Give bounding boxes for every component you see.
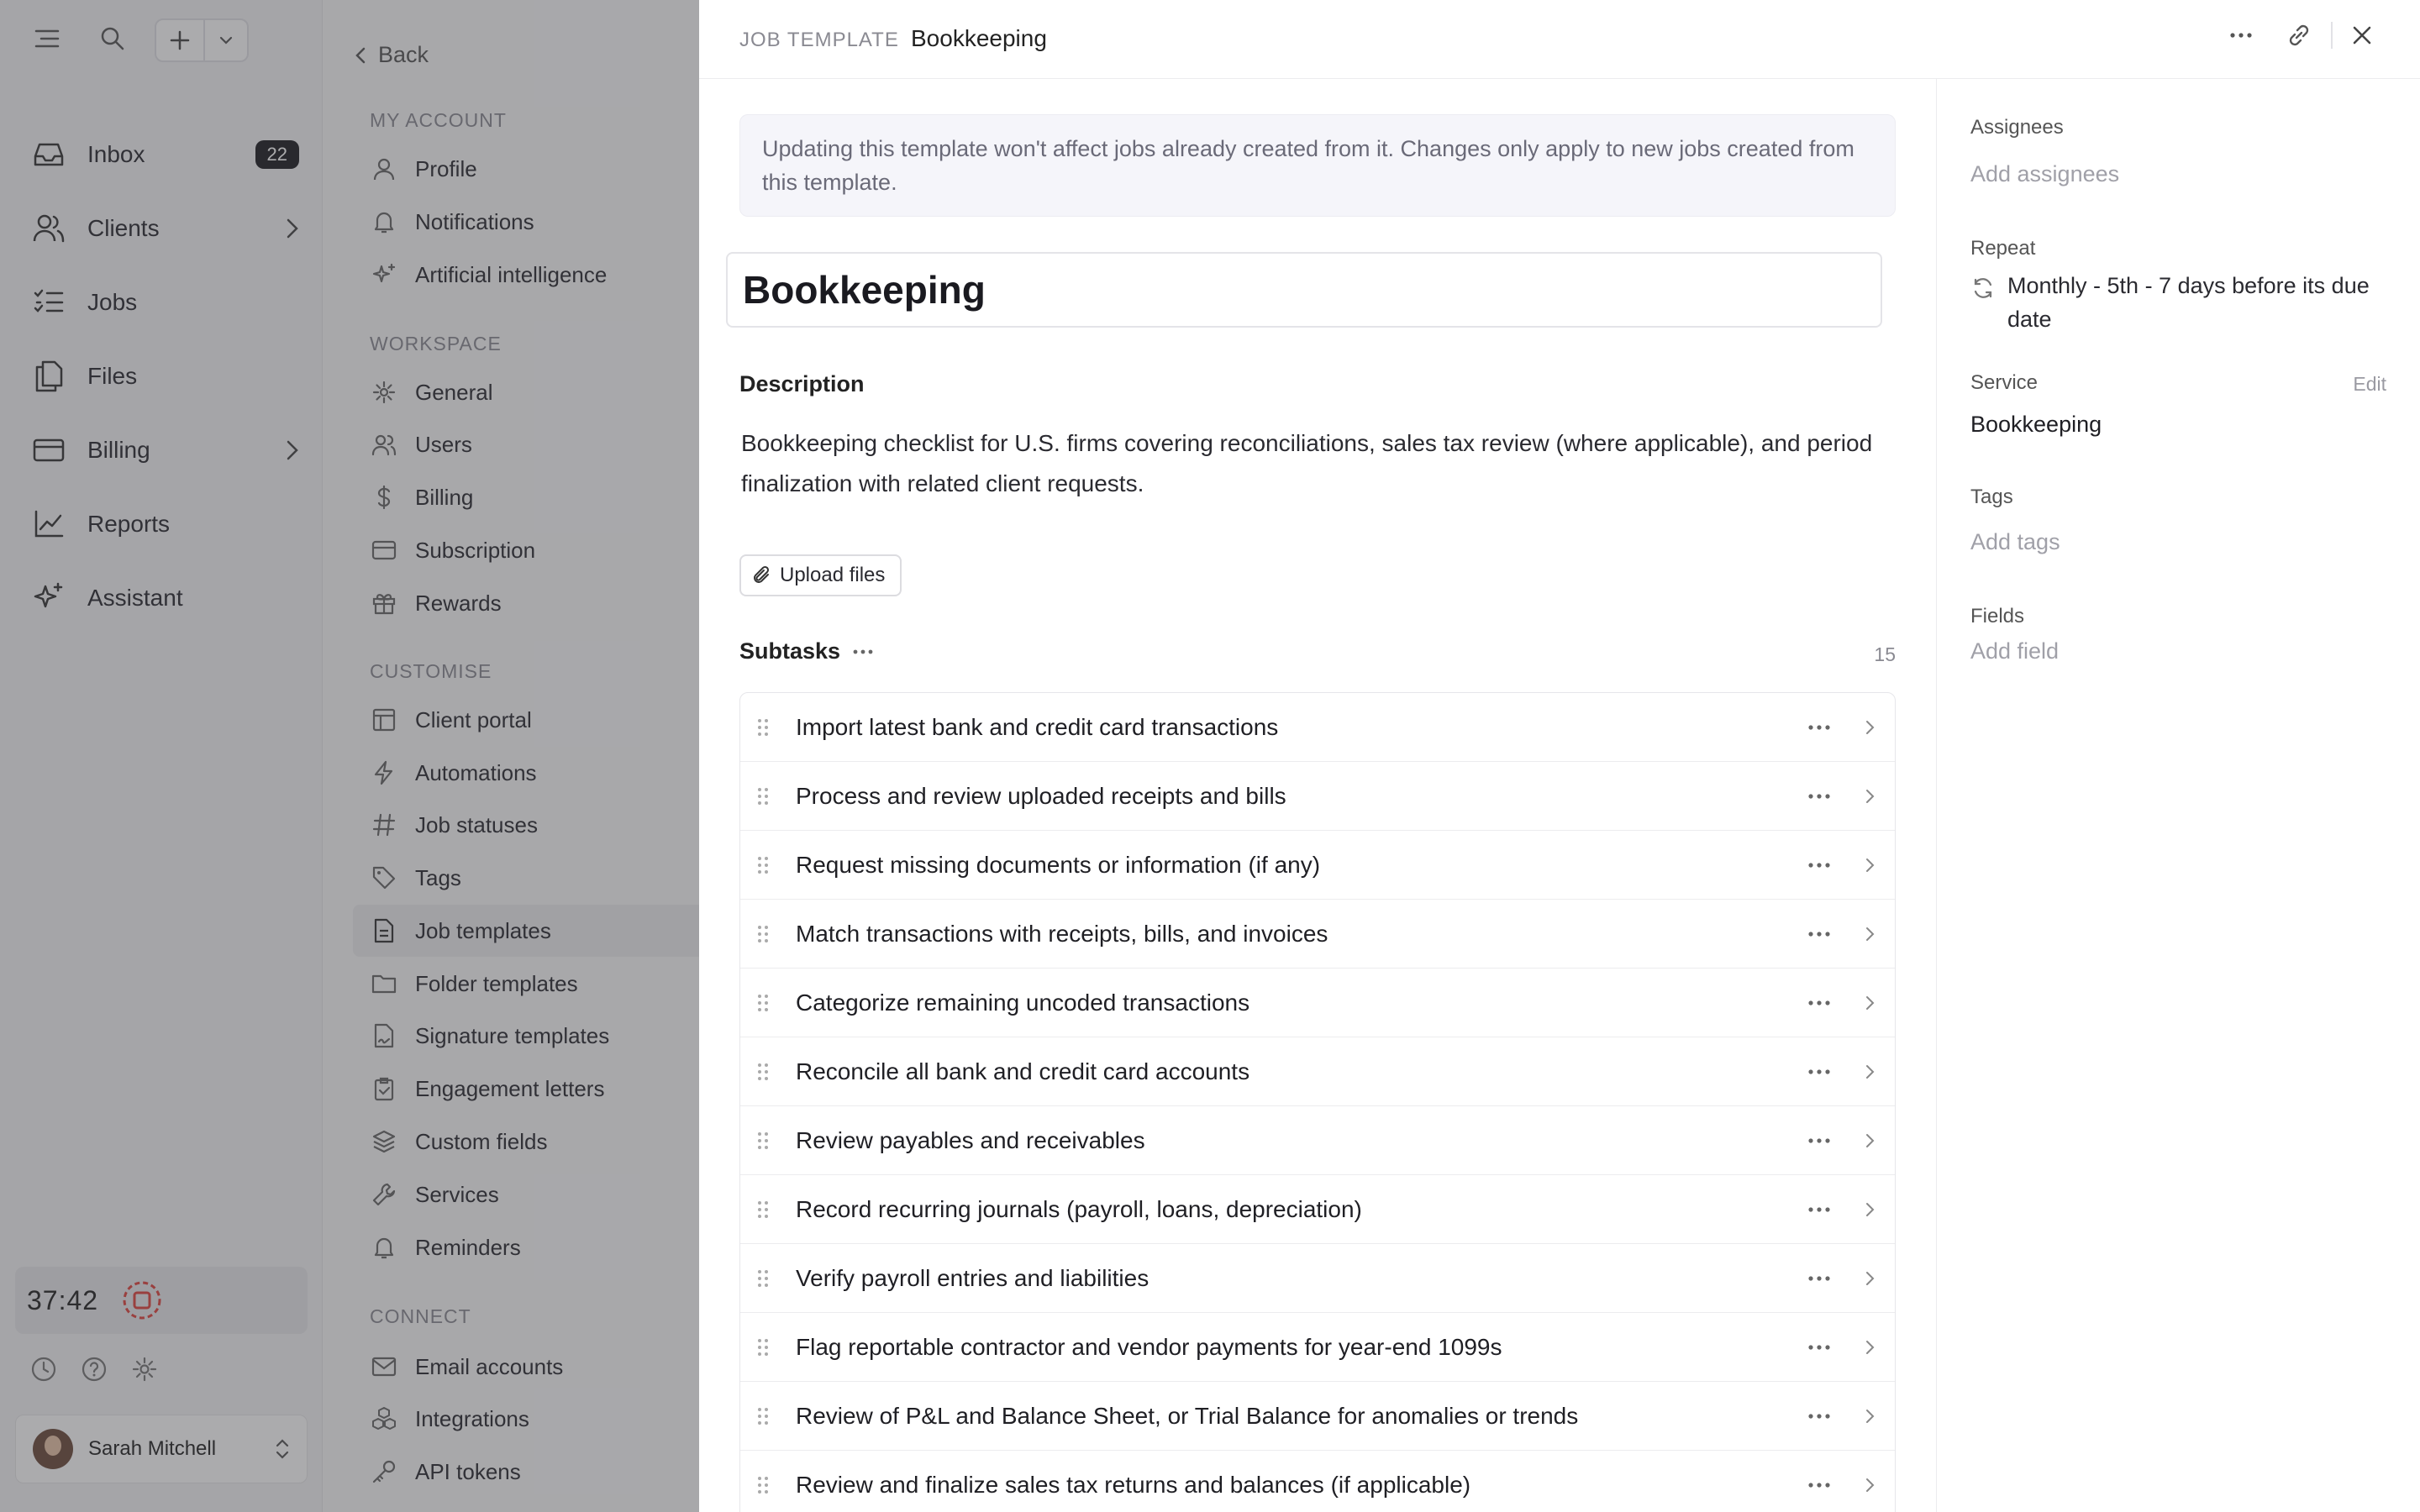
chevron-right-icon[interactable]: [1844, 1201, 1895, 1218]
fields-label: Fields: [1970, 605, 2025, 627]
subtask-row[interactable]: Verify payroll entries and liabilities: [740, 1244, 1895, 1313]
info-notice: Updating this template won't affect jobs…: [739, 114, 1896, 217]
subtasks-more-icon[interactable]: [852, 648, 874, 655]
subtasks-count: 15: [1874, 643, 1896, 665]
drawer-type-label: JOB TEMPLATE: [739, 29, 899, 51]
refresh-icon: [1970, 276, 1996, 336]
subtask-row[interactable]: Review payables and receivables: [740, 1106, 1895, 1175]
chevron-right-icon[interactable]: [1844, 1339, 1895, 1356]
subtask-title: Review payables and receivables: [796, 1126, 1145, 1153]
subtasks-heading: Subtasks: [739, 638, 841, 664]
drag-handle-icon[interactable]: [757, 924, 781, 944]
repeat-field[interactable]: Monthly - 5th - 7 days before its due da…: [1970, 269, 2391, 336]
drag-handle-icon[interactable]: [757, 1406, 781, 1426]
subtasks-list: Import latest bank and credit card trans…: [739, 692, 1896, 1512]
drawer-actions: [2228, 22, 2373, 49]
drag-handle-icon[interactable]: [757, 717, 781, 738]
more-options-icon[interactable]: [1794, 1137, 1844, 1144]
subtask-title: Verify payroll entries and liabilities: [796, 1264, 1150, 1291]
assignees-label: Assignees: [1970, 116, 2064, 139]
drag-handle-icon[interactable]: [757, 1268, 781, 1289]
chevron-right-icon[interactable]: [1844, 995, 1895, 1011]
more-options-icon[interactable]: [1794, 1275, 1844, 1282]
chevron-right-icon[interactable]: [1844, 926, 1895, 942]
subtasks-header: Subtasks: [739, 638, 874, 664]
more-options-icon[interactable]: [1794, 931, 1844, 937]
drag-handle-icon[interactable]: [757, 993, 781, 1013]
chevron-right-icon[interactable]: [1844, 788, 1895, 805]
description-heading: Description: [739, 371, 865, 396]
subtask-row[interactable]: Match transactions with receipts, bills,…: [740, 900, 1895, 969]
add-assignees-field[interactable]: Add assignees: [1970, 161, 2119, 187]
chevron-right-icon[interactable]: [1844, 1477, 1895, 1494]
tags-label: Tags: [1970, 486, 2013, 508]
add-field-button[interactable]: Add field: [1970, 638, 2059, 664]
subtask-row[interactable]: Process and review uploaded receipts and…: [740, 762, 1895, 831]
more-options-icon[interactable]: [1794, 1344, 1844, 1351]
close-icon[interactable]: [2351, 24, 2373, 46]
more-options-icon[interactable]: [1794, 793, 1844, 800]
paperclip-icon: [753, 565, 771, 585]
drag-handle-icon[interactable]: [757, 786, 781, 806]
repeat-value: Monthly - 5th - 7 days before its due da…: [2007, 273, 2370, 332]
chevron-right-icon[interactable]: [1844, 1063, 1895, 1080]
chevron-right-icon[interactable]: [1844, 1408, 1895, 1425]
subtask-title: Record recurring journals (payroll, loan…: [796, 1195, 1362, 1222]
subtask-row[interactable]: Flag reportable contractor and vendor pa…: [740, 1313, 1895, 1382]
subtask-title: Categorize remaining uncoded transaction…: [796, 989, 1250, 1016]
drawer-header: JOB TEMPLATE Bookkeeping: [699, 0, 2420, 79]
subtask-row[interactable]: Review and finalize sales tax returns an…: [740, 1451, 1895, 1512]
more-options-icon[interactable]: [2228, 31, 2254, 39]
add-tags-field[interactable]: Add tags: [1970, 529, 2060, 555]
drag-handle-icon[interactable]: [757, 1200, 781, 1220]
modal-backdrop[interactable]: [0, 0, 699, 1512]
drag-handle-icon[interactable]: [757, 1475, 781, 1495]
subtask-title: Reconcile all bank and credit card accou…: [796, 1058, 1250, 1084]
chevron-right-icon[interactable]: [1844, 1270, 1895, 1287]
subtask-title: Review of P&L and Balance Sheet, or Tria…: [796, 1402, 1579, 1429]
subtask-title: Review and finalize sales tax returns an…: [796, 1471, 1471, 1498]
subtask-title: Process and review uploaded receipts and…: [796, 782, 1286, 809]
repeat-label: Repeat: [1970, 237, 2036, 260]
drawer-title: Bookkeeping: [911, 25, 1047, 51]
chevron-right-icon[interactable]: [1844, 1132, 1895, 1149]
subtask-row[interactable]: Import latest bank and credit card trans…: [740, 693, 1895, 762]
template-properties-panel: Assignees Add assignees Repeat Monthly -…: [1936, 79, 2420, 1512]
subtask-title: Flag reportable contractor and vendor pa…: [796, 1333, 1502, 1360]
more-options-icon[interactable]: [1794, 724, 1844, 731]
subtask-row[interactable]: Request missing documents or information…: [740, 831, 1895, 900]
more-options-icon[interactable]: [1794, 1000, 1844, 1006]
more-options-icon[interactable]: [1794, 1482, 1844, 1488]
subtask-title: Import latest bank and credit card trans…: [796, 713, 1279, 740]
subtask-row[interactable]: Categorize remaining uncoded transaction…: [740, 969, 1895, 1037]
upload-files-button[interactable]: Upload files: [739, 554, 902, 596]
service-value[interactable]: Bookkeeping: [1970, 412, 2102, 438]
drawer-main: Updating this template won't affect jobs…: [699, 79, 1936, 1512]
service-edit-link[interactable]: Edit: [2353, 373, 2386, 396]
template-name-input[interactable]: Bookkeeping: [726, 252, 1882, 328]
upload-files-label: Upload files: [780, 564, 886, 586]
subtask-row[interactable]: Review of P&L and Balance Sheet, or Tria…: [740, 1382, 1895, 1451]
chevron-right-icon[interactable]: [1844, 857, 1895, 874]
chevron-right-icon[interactable]: [1844, 719, 1895, 736]
description-field[interactable]: Bookkeeping checklist for U.S. firms cov…: [741, 423, 1901, 504]
more-options-icon[interactable]: [1794, 1068, 1844, 1075]
job-template-drawer: JOB TEMPLATE Bookkeeping Updating this t…: [699, 0, 2420, 1512]
drag-handle-icon[interactable]: [757, 855, 781, 875]
drag-handle-icon[interactable]: [757, 1131, 781, 1151]
subtask-title: Match transactions with receipts, bills,…: [796, 920, 1328, 947]
subtask-title: Request missing documents or information…: [796, 851, 1321, 878]
copy-link-icon[interactable]: [2286, 22, 2312, 49]
service-label: Service: [1970, 371, 2039, 394]
subtask-row[interactable]: Reconcile all bank and credit card accou…: [740, 1037, 1895, 1106]
subtask-row[interactable]: Record recurring journals (payroll, loan…: [740, 1175, 1895, 1244]
more-options-icon[interactable]: [1794, 862, 1844, 869]
divider: [2331, 22, 2333, 49]
more-options-icon[interactable]: [1794, 1413, 1844, 1420]
drag-handle-icon[interactable]: [757, 1062, 781, 1082]
more-options-icon[interactable]: [1794, 1206, 1844, 1213]
drag-handle-icon[interactable]: [757, 1337, 781, 1357]
